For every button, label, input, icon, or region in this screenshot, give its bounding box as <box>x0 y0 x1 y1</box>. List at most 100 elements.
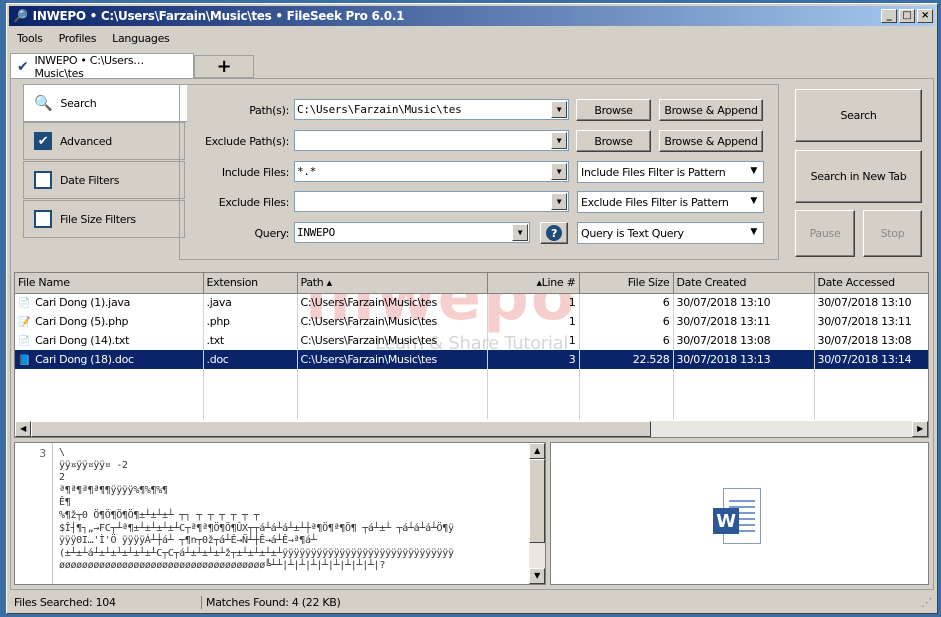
col-file-size[interactable]: File Size <box>579 273 674 294</box>
browse-button-2[interactable]: Browse <box>576 130 651 152</box>
scroll-right-icon[interactable]: ▶ <box>912 421 928 437</box>
line-cell: 1 <box>487 312 580 331</box>
size-cell: 6 <box>579 331 674 350</box>
line-cell: 3 <box>487 350 580 369</box>
search-button[interactable]: Search <box>795 89 922 142</box>
path-input[interactable]: C:\Users\Farzain\Music\tes ▼ <box>294 99 569 120</box>
close-button[interactable]: × <box>917 9 933 23</box>
browse-append-button[interactable]: Browse & Append <box>659 99 763 121</box>
pause-button[interactable]: Pause <box>795 210 855 257</box>
extension-cell: .php <box>203 312 298 331</box>
check-icon: ✔ <box>17 58 29 75</box>
magnifier-icon: 🔍 <box>34 94 53 112</box>
chevron-down-icon[interactable]: ▼ <box>512 224 528 241</box>
scroll-thumb[interactable] <box>529 459 545 543</box>
created-cell: 30/07/2018 13:10 <box>673 293 815 312</box>
minimize-button[interactable]: _ <box>881 9 897 23</box>
include-mode-select[interactable]: Include Files Filter is Pattern ▼ <box>577 161 764 183</box>
status-bar: Files Searched: 104 Matches Found: 4 (22… <box>10 592 934 612</box>
exclude-path-label: Exclude Path(s): <box>205 135 289 148</box>
path-cell: C:\Users\Farzain\Music\tes <box>297 350 488 369</box>
file-preview: W <box>550 442 929 585</box>
chevron-down-icon[interactable]: ▼ <box>551 163 567 180</box>
horizontal-scrollbar[interactable]: ◀ ▶ <box>15 421 928 437</box>
matches-found: Matches Found: 4 (22 KB) <box>206 595 341 609</box>
text-preview[interactable]: 3 \ ÿÿ¤ÿÿ¤ÿÿ¤ -2 2 ª¶ª¶ª¶ª¶¶ÿÿÿÿ%¶%¶%¶ Ê… <box>14 442 546 585</box>
created-cell: 30/07/2018 13:13 <box>673 350 815 369</box>
search-new-tab-button[interactable]: Search in New Tab <box>795 150 922 203</box>
file-name-cell: 📄 Cari Dong (14).txt <box>15 331 204 350</box>
file-icon: 📘 <box>18 355 31 366</box>
scroll-up-icon[interactable]: ▲ <box>529 443 545 459</box>
line-cell: 1 <box>487 293 580 312</box>
help-button[interactable]: ? <box>540 222 568 244</box>
tab-active[interactable]: ✔ INWEPO • C:\Users…Music\tes <box>10 53 194 80</box>
scroll-left-icon[interactable]: ◀ <box>15 421 31 437</box>
app-icon: 🔎 <box>13 9 28 23</box>
vertical-scrollbar[interactable]: ▲ ▼ <box>529 443 545 584</box>
maximize-button[interactable]: □ <box>899 9 915 23</box>
browse-button[interactable]: Browse <box>576 99 651 121</box>
accessed-cell: 30/07/2018 13:08 <box>814 331 928 350</box>
col-path[interactable]: Path ▴ <box>297 273 488 294</box>
window-title: INWEPO • C:\Users\Farzain\Music\tes • Fi… <box>32 9 405 23</box>
include-files-input[interactable]: *.* ▼ <box>294 161 569 182</box>
checkbox-icon[interactable] <box>34 171 52 189</box>
file-icon: 📝 <box>18 317 31 328</box>
browse-append-button-2[interactable]: Browse & Append <box>659 130 763 152</box>
menu-profiles[interactable]: Profiles <box>51 32 105 45</box>
file-name-cell: 📝 Cari Dong (5).php <box>15 312 204 331</box>
include-files-label: Include Files: <box>221 166 289 179</box>
chevron-down-icon: ▼ <box>750 227 757 237</box>
chevron-down-icon: ▼ <box>750 196 757 206</box>
checkbox-icon[interactable] <box>34 210 52 228</box>
accessed-cell: 30/07/2018 13:14 <box>814 350 928 369</box>
menu-languages[interactable]: Languages <box>104 32 177 45</box>
table-row[interactable]: 📄 Cari Dong (14).txt .txt C:\Users\Farzai… <box>15 331 928 350</box>
sidebar-label: File Size Filters <box>60 212 136 226</box>
col-extension[interactable]: Extension <box>203 273 298 294</box>
query-mode-select[interactable]: Query is Text Query ▼ <box>577 222 764 244</box>
stop-button[interactable]: Stop <box>863 210 922 257</box>
query-input[interactable]: INWEPO ▼ <box>294 222 530 243</box>
accessed-cell: 30/07/2018 13:10 <box>814 293 928 312</box>
exclude-path-input[interactable]: ▼ <box>294 130 569 151</box>
col-file-name[interactable]: File Name <box>15 273 204 294</box>
word-document-icon: W <box>713 488 761 546</box>
exclude-files-input[interactable]: ▼ <box>294 191 569 212</box>
table-header: File Name Extension Path ▴ ▴Line # File … <box>15 273 928 294</box>
size-cell: 6 <box>579 312 674 331</box>
chevron-down-icon[interactable]: ▼ <box>551 132 567 149</box>
file-name-cell: 📄 Cari Dong (1).java <box>15 293 204 312</box>
table-row[interactable]: 📝 Cari Dong (5).php .php C:\Users\Farzain… <box>15 312 928 331</box>
add-tab-button[interactable]: + <box>194 55 254 78</box>
size-cell: 6 <box>579 293 674 312</box>
checkbox-checked-icon[interactable]: ✔ <box>34 132 52 150</box>
scroll-thumb[interactable] <box>31 421 651 437</box>
exclude-mode-select[interactable]: Exclude Files Filter is Pattern ▼ <box>577 191 764 213</box>
col-line[interactable]: ▴Line # <box>487 273 580 294</box>
preview-text: \ ÿÿ¤ÿÿ¤ÿÿ¤ -2 2 ª¶ª¶ª¶ª¶¶ÿÿÿÿ%¶%¶%¶ Ê¶ … <box>59 447 454 572</box>
scroll-down-icon[interactable]: ▼ <box>529 568 545 584</box>
menu-bar: Tools Profiles Languages <box>9 28 935 48</box>
resize-grip-icon[interactable]: ⋰ <box>921 596 934 609</box>
query-label: Query: <box>254 227 289 240</box>
extension-cell: .doc <box>203 350 298 369</box>
menu-tools[interactable]: Tools <box>9 32 51 45</box>
table-row[interactable]: 📄 Cari Dong (1).java .java C:\Users\Farza… <box>15 293 928 312</box>
sidebar-label: Date Filters <box>60 173 120 187</box>
extension-cell: .java <box>203 293 298 312</box>
file-icon: 📄 <box>18 298 31 310</box>
extension-cell: .txt <box>203 331 298 350</box>
files-searched: Files Searched: 104 <box>10 595 202 609</box>
results-table-container: inwepo Learn & Share Tutorial File Name … <box>14 272 929 438</box>
col-date-accessed[interactable]: Date Accessed <box>814 273 928 294</box>
path-label: Path(s): <box>249 104 289 117</box>
chevron-down-icon[interactable]: ▼ <box>551 193 567 210</box>
chevron-down-icon[interactable]: ▼ <box>551 101 567 118</box>
title-bar: 🔎 INWEPO • C:\Users\Farzain\Music\tes • … <box>9 6 935 26</box>
path-cell: C:\Users\Farzain\Music\tes <box>297 331 488 350</box>
table-row[interactable]: 📘 Cari Dong (18).doc .doc C:\Users\Farzai… <box>15 350 928 369</box>
created-cell: 30/07/2018 13:08 <box>673 331 815 350</box>
col-date-created[interactable]: Date Created <box>673 273 815 294</box>
